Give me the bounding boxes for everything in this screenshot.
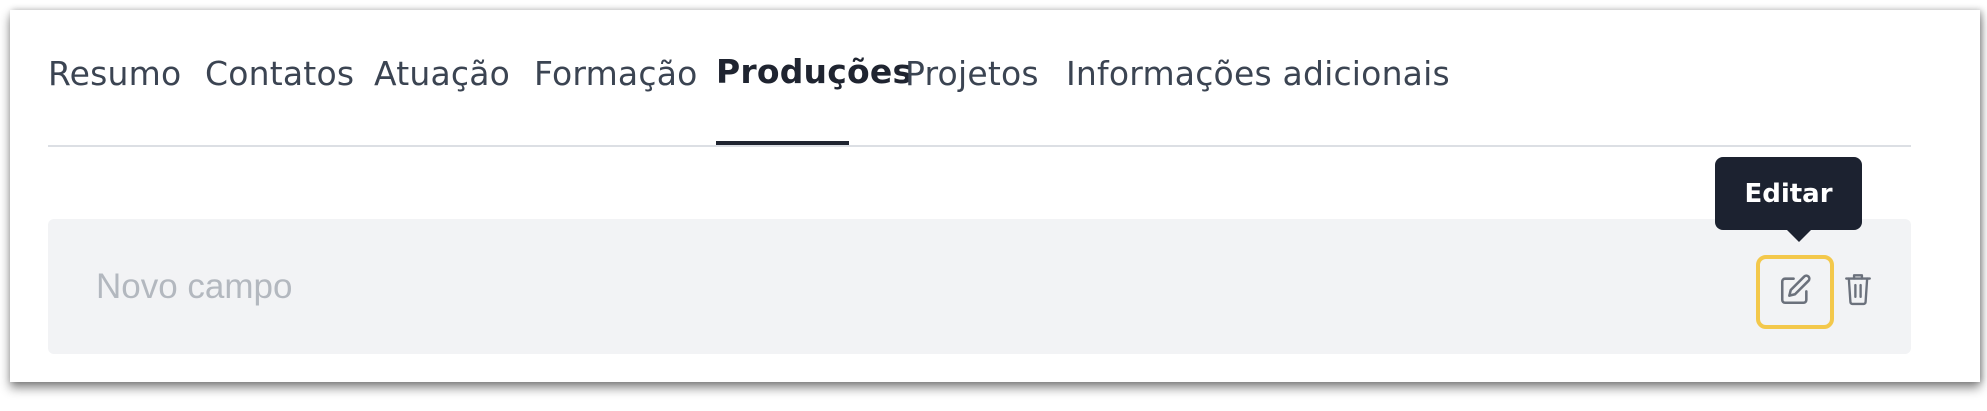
edit-tooltip: Editar <box>1715 157 1862 230</box>
tab-atuacao[interactable]: Atuação <box>374 54 510 93</box>
delete-button[interactable] <box>1838 271 1878 311</box>
profile-panel: Resumo Contatos Atuação Formação Produçõ… <box>10 10 1980 382</box>
tab-projetos[interactable]: Projetos <box>905 54 1039 93</box>
new-field-row: Novo campo <box>48 219 1911 354</box>
edit-button[interactable] <box>1756 255 1834 329</box>
tab-bar: Resumo Contatos Atuação Formação Produçõ… <box>48 10 1911 147</box>
tooltip-arrow <box>1787 230 1811 242</box>
edit-icon <box>1778 273 1812 311</box>
tab-formacao[interactable]: Formação <box>534 54 698 93</box>
active-tab-indicator <box>716 141 849 145</box>
tab-producoes[interactable]: Produções <box>716 52 912 91</box>
tab-informacoes-adicionais[interactable]: Informações adicionais <box>1066 54 1450 93</box>
tab-contatos[interactable]: Contatos <box>205 54 354 93</box>
new-field-placeholder: Novo campo <box>96 267 293 306</box>
trash-icon <box>1843 272 1873 310</box>
tab-resumo[interactable]: Resumo <box>48 54 181 93</box>
